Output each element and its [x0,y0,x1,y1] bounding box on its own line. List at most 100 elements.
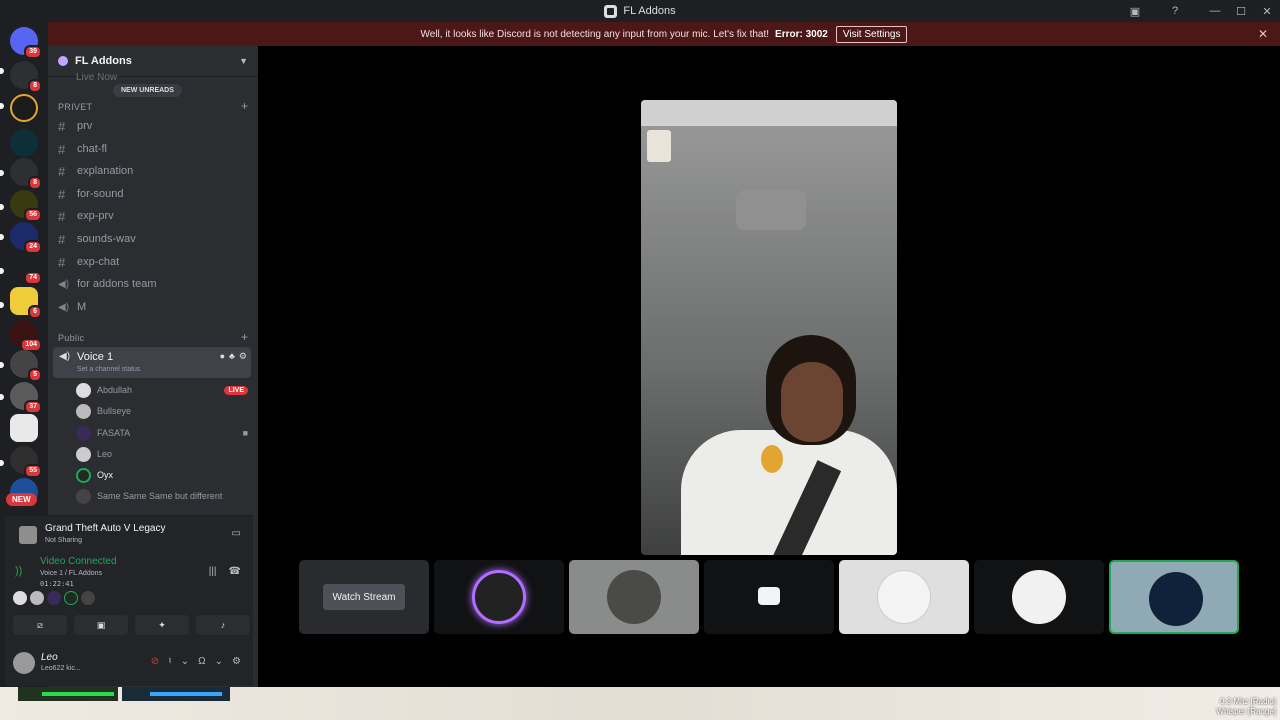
participant-tile[interactable] [974,560,1104,634]
server-icon[interactable]: 5 [10,350,42,382]
channel-name: prv [77,120,93,132]
maximize-button[interactable]: ☐ [1228,0,1254,22]
soundboard-button[interactable]: ♪ [196,615,250,635]
screen-share-button[interactable]: ▣ [74,615,128,635]
server-icon[interactable]: 37 [10,382,42,414]
notice-close-icon[interactable]: ✕ [1258,27,1268,41]
avatar[interactable] [13,652,35,674]
voice-user[interactable]: Oyx [76,465,248,485]
participant-tile[interactable] [839,560,969,634]
create-channel-icon[interactable]: + [241,330,248,344]
hash-icon: # [58,141,66,157]
notice-text: Well, it looks like Discord is not detec… [420,28,770,40]
focused-video-feed[interactable] [641,100,897,555]
discord-window: FL Addons ▣ ? — ☐ ✕ Well, it looks like … [0,0,1280,687]
participant-tile[interactable] [1109,560,1239,634]
participant-tile[interactable] [569,560,699,634]
voice-user[interactable]: Bullseye [76,401,248,421]
participant-tile[interactable] [434,560,564,634]
create-channel-icon[interactable]: + [241,99,248,113]
hash-icon: # [58,254,66,270]
activity-panel: Grand Theft Auto V Legacy Not Sharing ▭ [5,515,253,553]
rail-badge: 8 [28,176,42,190]
camera-off-button[interactable]: ⧄ [13,615,67,635]
visit-settings-button[interactable]: Visit Settings [835,25,908,43]
server-icon[interactable]: 24 [10,222,42,254]
user-settings-gear-icon[interactable]: ⚙ [232,656,241,667]
speaker-icon: ◀) [59,351,71,362]
gear-icon[interactable]: ⚙ [239,351,247,362]
avatar [76,425,91,441]
channel-name: exp-chat [77,256,120,268]
stream-tile[interactable]: Watch Stream [299,560,429,634]
close-window-button[interactable]: ✕ [1254,0,1280,22]
live-now-label: Live Now [76,72,118,83]
participant-tile[interactable] [704,560,834,634]
signal-icon[interactable]: )) [15,565,22,577]
server-icon[interactable]: 74 [10,253,42,285]
avatar [877,570,931,624]
stream-off-icon[interactable]: ⊘ [151,656,159,667]
channel-for-sound[interactable]: # for-sound [58,184,248,204]
watch-stream-button[interactable]: Watch Stream [323,584,405,610]
minimize-button[interactable]: — [1202,0,1228,22]
rail-badge: 56 [24,208,42,222]
channel-exp-prv[interactable]: # exp-prv [58,206,248,226]
activities-button[interactable]: ✦ [135,615,189,635]
chat-bubble-icon[interactable]: ● [220,351,225,362]
noise-suppression-icon[interactable]: ||| [209,566,217,577]
disconnect-icon[interactable]: ☎ [229,566,241,577]
inbox-icon[interactable]: ▣ [1122,0,1148,22]
voice-status[interactable]: Video Connected [40,556,117,567]
server-icon[interactable]: 6 [10,287,42,319]
server-icon[interactable]: 56 [10,190,42,222]
avatar [472,570,526,624]
channel-prv[interactable]: # prv [58,116,248,136]
rail-badge: 74 [24,271,42,285]
voice-connection-panel: )) Video Connected Voice 1 / FL Addons 0… [5,553,253,644]
voice-user-name: Oyx [97,470,114,480]
server-icon[interactable]: 55 [10,446,42,478]
category-public[interactable]: Public [58,333,84,343]
hash-icon: # [58,208,66,224]
category-privet[interactable]: PRIVET [58,102,92,112]
channel-for-addons-team[interactable]: ◀) for addons team [58,274,248,294]
hash-icon: # [58,118,66,134]
voice-user[interactable]: Leo [76,444,248,464]
headphones-icon[interactable]: Ω [198,656,205,667]
avatar [76,446,91,462]
channel-voice-1[interactable]: ◀) Voice 1 Set a channel status ● ♣ ⚙ [53,347,251,378]
share-screen-icon[interactable]: ▭ [232,528,241,539]
avatar [81,591,95,605]
voice-user[interactable]: Same Same Same but different [76,486,248,506]
new-servers-pill[interactable]: NEW [6,493,37,506]
channel-m[interactable]: ◀) M [58,297,248,317]
channel-status-placeholder[interactable]: Set a channel status [77,366,140,373]
server-icon[interactable] [10,94,38,122]
help-icon[interactable]: ? [1162,0,1188,22]
channel-sounds-wav[interactable]: # sounds-wav [58,229,248,249]
chevron-down-icon[interactable]: ⌄ [215,656,223,667]
notice-error-code: Error: 3002 [775,28,828,40]
server-icon[interactable]: 104 [10,320,42,352]
user-name: Leo [41,652,58,663]
microphone-icon[interactable]: ♮ [168,656,172,667]
avatar [1012,570,1066,624]
invite-user-icon[interactable]: ♣ [229,351,235,362]
server-icon[interactable] [10,129,38,157]
voice-user[interactable]: FASATA ■ [76,423,248,443]
voice-location[interactable]: Voice 1 / FL Addons [40,570,102,577]
voice-user[interactable]: Abdullah LIVE [76,380,248,400]
server-icon[interactable] [10,414,38,442]
channel-explanation[interactable]: # explanation [58,161,248,181]
new-unreads-pill[interactable]: NEW UNREADS [113,84,182,97]
channel-exp-chat[interactable]: # exp-chat [58,252,248,272]
server-icon[interactable]: 8 [10,158,42,190]
armor-bar [122,687,230,701]
chevron-down-icon[interactable]: ⌄ [181,656,189,667]
server-icon[interactable]: 8 [10,61,42,93]
rail-badge: 39 [24,45,42,59]
channel-chat-fl[interactable]: # chat-fl [58,139,248,159]
direct-messages-icon[interactable]: 39 [10,27,42,59]
title-bar: FL Addons ▣ ? — ☐ ✕ [0,0,1280,22]
